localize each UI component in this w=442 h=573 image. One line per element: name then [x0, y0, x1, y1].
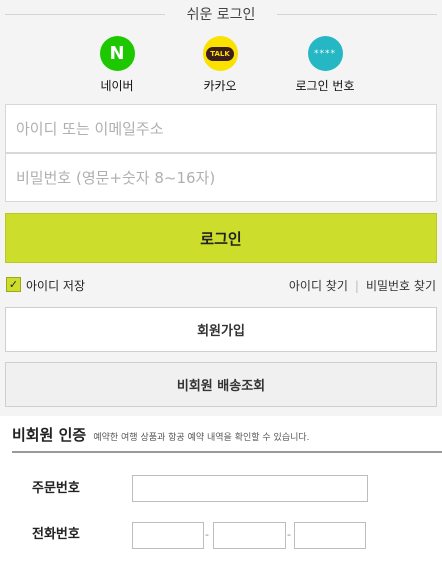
find-links: 아이디 찾기 | 비밀번호 찾기	[289, 277, 436, 294]
password-field-box	[5, 153, 437, 202]
naver-login-button[interactable]: N 네이버	[77, 36, 157, 94]
link-separator: |	[354, 279, 359, 293]
login-button[interactable]: 로그인	[5, 213, 437, 263]
check-icon: ✓	[8, 278, 19, 291]
id-field-box	[5, 104, 437, 153]
certification-divider	[12, 451, 442, 453]
phone-field-2	[213, 522, 286, 549]
save-id-label[interactable]: 아이디 저장	[26, 277, 85, 294]
phone-field-1	[132, 522, 204, 549]
divider	[277, 14, 437, 15]
join-button[interactable]: 회원가입	[5, 307, 437, 352]
kakao-talk-icon: TALK	[202, 36, 238, 71]
find-password-link[interactable]: 비밀번호 찾기	[366, 279, 436, 293]
kakao-label: 카카오	[203, 79, 237, 93]
phone-separator: -	[287, 528, 291, 541]
pin-login-label: 로그인 번호	[295, 79, 355, 93]
login-panel: 쉬운 로그인 N 네이버 TALK 카카오 **** 로그인 번호 로그인 ✓ …	[0, 0, 442, 416]
order-number-input[interactable]	[133, 476, 367, 501]
certification-header: 비회원 인증 예약한 여행 상품과 항공 예약 내역을 확인할 수 있습니다.	[12, 424, 442, 445]
save-id-row: ✓ 아이디 저장 아이디 찾기 | 비밀번호 찾기	[5, 274, 437, 294]
find-id-link[interactable]: 아이디 찾기	[289, 279, 348, 293]
phone-input-3[interactable]	[295, 523, 365, 548]
phone-input-1[interactable]	[133, 523, 203, 548]
certification-description: 예약한 여행 상품과 항공 예약 내역을 확인할 수 있습니다.	[93, 433, 310, 443]
kakao-login-button[interactable]: TALK 카카오	[180, 36, 260, 94]
phone-separator: -	[205, 528, 209, 541]
order-number-label: 주문번호	[32, 481, 80, 496]
phone-field-3	[294, 522, 366, 549]
naver-label: 네이버	[100, 79, 134, 93]
id-input[interactable]	[6, 105, 436, 152]
order-number-field	[132, 475, 368, 502]
naver-icon: N	[99, 36, 135, 71]
pin-login-button[interactable]: **** 로그인 번호	[285, 36, 365, 94]
pin-icon: ****	[307, 36, 343, 71]
phone-number-label: 전화번호	[32, 527, 80, 542]
save-id-checkbox[interactable]: ✓	[6, 277, 21, 292]
phone-input-2[interactable]	[214, 523, 285, 548]
nonmember-delivery-button[interactable]: 비회원 배송조회	[5, 362, 437, 407]
certification-title: 비회원 인증	[12, 426, 87, 444]
password-input[interactable]	[6, 154, 436, 201]
easy-login-header: 쉬운 로그인	[5, 0, 437, 28]
